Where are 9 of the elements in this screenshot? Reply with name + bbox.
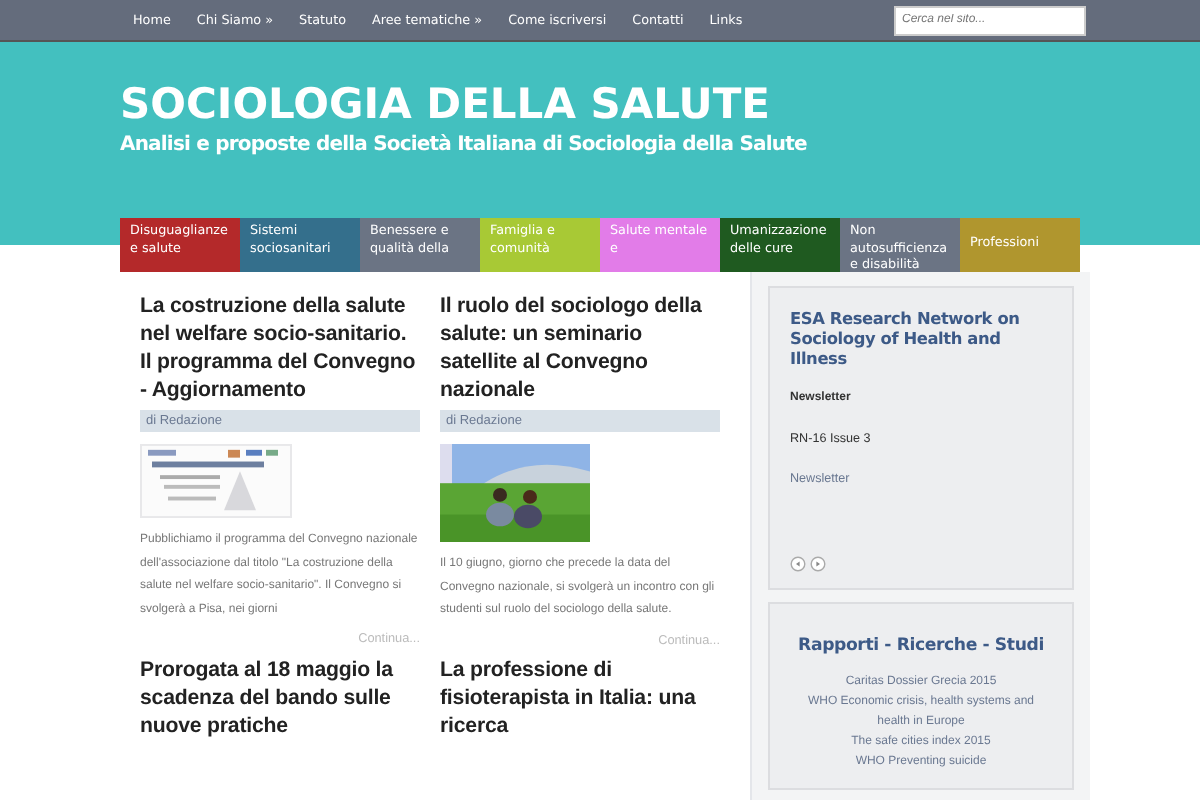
post-title[interactable]: La professione di fisioterapista in Italia: una ricerca: [440, 655, 720, 739]
post-title[interactable]: La costruzione della salute nel welfare socio-sanitario. Il programma del Convegno - Aggiornamento: [140, 292, 420, 404]
widget-title: Rapporti - Ricerche - Studi: [796, 636, 1046, 656]
previous-icon[interactable]: [790, 556, 806, 572]
post-title[interactable]: Prorogata al 18 maggio la scadenza del bando sulle nuove pratiche: [140, 655, 420, 739]
widget-title[interactable]: ESA Research Network on Sociology of Health and Illness: [790, 308, 1052, 368]
site-tagline: Analisi e proposte della Società Italiana di Sociologia della Salute: [120, 134, 809, 156]
post-title[interactable]: Il ruolo del sociologo della salute: un seminario satellite al Convegno nazionale: [440, 292, 720, 404]
next-icon[interactable]: [810, 556, 826, 572]
